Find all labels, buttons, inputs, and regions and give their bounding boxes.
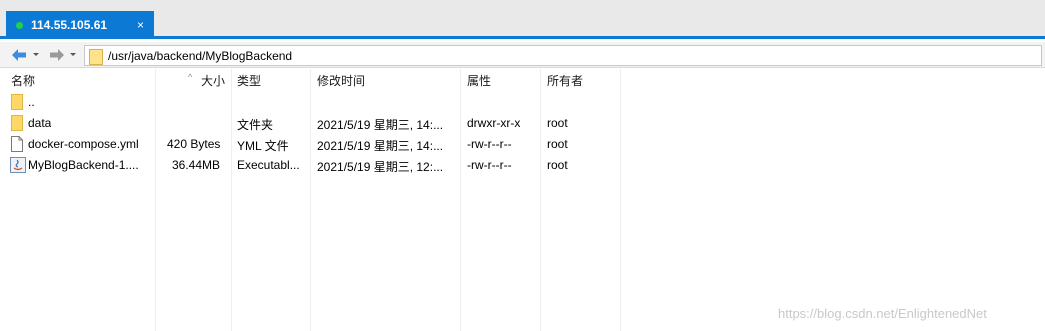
column-header-name[interactable]: 名称 — [11, 72, 35, 89]
file-attributes: drwxr-xr-x — [467, 116, 521, 130]
sort-indicator-icon: ^ — [188, 72, 193, 82]
file-modified: 2021/5/19 星期三, 14:... — [317, 118, 444, 132]
column-header-row: 名称 ^ 大小 类型 修改时间 属性 所有者 — [0, 69, 620, 89]
file-attributes: -rw-r--r-- — [467, 137, 512, 151]
file-name: docker-compose.yml — [28, 137, 139, 151]
column-header-size[interactable]: 大小 — [201, 72, 225, 89]
file-row[interactable]: docker-compose.yml 420 Bytes YML 文件 2021… — [0, 134, 620, 155]
file-row[interactable]: data 文件夹 2021/5/19 星期三, 14:... drwxr-xr-… — [0, 113, 620, 134]
forward-button[interactable] — [48, 46, 80, 64]
session-tab[interactable]: 114.55.105.61 × — [6, 11, 154, 39]
file-name: MyBlogBackend-1.... — [28, 158, 139, 172]
file-owner: root — [547, 137, 568, 151]
file-list: 名称 ^ 大小 类型 修改时间 属性 所有者 .. data 文件夹 2021/… — [0, 69, 1045, 331]
column-header-attributes[interactable]: 属性 — [467, 72, 491, 89]
file-type: 文件夹 — [237, 118, 274, 132]
file-name: data — [28, 116, 52, 130]
file-owner: root — [547, 158, 568, 172]
file-modified: 2021/5/19 星期三, 14:... — [317, 139, 444, 153]
path-text: /usr/java/backend/MyBlogBackend — [108, 49, 293, 63]
java-archive-icon — [10, 157, 26, 173]
column-divider — [620, 69, 621, 331]
file-row[interactable]: MyBlogBackend-1.... 36.44MB Executabl...… — [0, 155, 620, 176]
tab-close-button[interactable]: × — [137, 18, 144, 32]
watermark: https://blog.csdn.net/EnlightenedNet — [778, 306, 987, 321]
file-size: 36.44MB — [172, 158, 221, 172]
back-button[interactable] — [10, 46, 42, 64]
folder-icon — [89, 49, 103, 65]
file-row-parent[interactable]: .. — [0, 92, 620, 113]
folder-icon — [11, 94, 23, 110]
file-size: 420 Bytes — [167, 137, 221, 151]
path-input[interactable]: /usr/java/backend/MyBlogBackend — [84, 45, 1042, 66]
file-attributes: -rw-r--r-- — [467, 158, 512, 172]
file-name: .. — [28, 95, 35, 109]
file-type: YML 文件 — [237, 139, 289, 153]
connected-status-icon — [16, 22, 23, 29]
address-bar: /usr/java/backend/MyBlogBackend — [0, 42, 1045, 68]
file-icon — [11, 136, 23, 152]
file-type: Executabl... — [237, 158, 300, 172]
column-header-type[interactable]: 类型 — [237, 72, 261, 89]
tab-title: 114.55.105.61 — [31, 18, 108, 32]
folder-icon — [11, 115, 23, 131]
column-header-modified[interactable]: 修改时间 — [317, 72, 365, 89]
tab-strip: 114.55.105.61 × — [0, 0, 1045, 39]
column-header-owner[interactable]: 所有者 — [547, 72, 583, 89]
file-modified: 2021/5/19 星期三, 12:... — [317, 160, 444, 174]
file-owner: root — [547, 116, 568, 130]
